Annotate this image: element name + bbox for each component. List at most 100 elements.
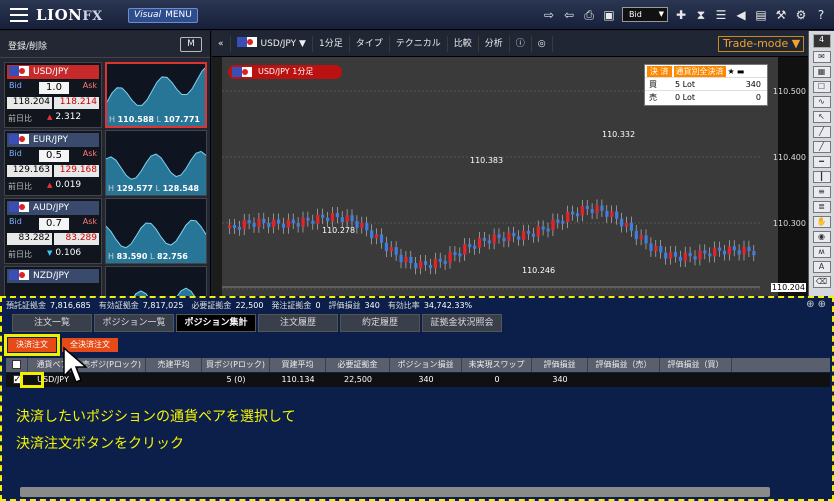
tab-5[interactable]: 証拠金状況照会 — [422, 314, 502, 332]
zigzag-icon[interactable]: ʍ — [812, 246, 831, 258]
register-delete-link[interactable]: 登録/削除 — [8, 39, 47, 52]
pair-select[interactable]: USD/JPY ▼ — [231, 35, 313, 52]
gear-icon[interactable]: ⚙ — [794, 8, 808, 22]
import-icon[interactable]: ⇦ — [562, 8, 576, 22]
m-button[interactable]: M — [180, 37, 202, 52]
summary-label: 評価損益 — [328, 301, 361, 310]
rate-pair-0[interactable]: USD/JPY Bid Ask 1.0 118.204 118.214 前日比 … — [4, 62, 207, 128]
minimize-icon[interactable]: ▬ — [737, 67, 745, 76]
vline-icon[interactable]: ┃ — [812, 171, 831, 183]
star-icon[interactable]: ★ — [728, 67, 735, 76]
sparkline[interactable]: H 110.588 L 107.771 — [105, 62, 207, 128]
column-header[interactable]: 必要証拠金 — [326, 358, 390, 372]
bid-price[interactable]: 118.204 — [7, 97, 52, 109]
trendline-icon[interactable]: ╱ — [812, 126, 831, 138]
print-icon[interactable]: ⎙ — [582, 8, 596, 22]
cycle-icon[interactable]: ◉ — [812, 231, 831, 243]
candle — [262, 218, 266, 223]
panel-arrows-icon[interactable]: ⊕ ⊕ — [806, 299, 826, 310]
top-toolbar: ⇨ ⇦ ⎙ ▣ Bid ✚ ⧗ ☰ ◀ ▤ ⚒ ⚙ ? — [542, 7, 828, 22]
checkbox[interactable] — [12, 360, 21, 369]
pointer-icon[interactable]: ↖ — [812, 111, 831, 123]
rate-pair-1[interactable]: EUR/JPY Bid Ask 0.5 129.163 129.168 前日比 … — [4, 130, 207, 196]
speaker-icon[interactable]: ◀ — [734, 8, 748, 22]
text-icon[interactable]: A — [812, 261, 831, 273]
tab-0[interactable]: 注文一覧 — [12, 314, 92, 332]
logo-fx: FX — [82, 9, 103, 24]
table-row[interactable]: USD/JPY5 (0)110.13422,5003400340 — [6, 373, 830, 387]
news-icon[interactable]: ▤ — [754, 8, 768, 22]
target-icon[interactable]: ◎ — [532, 35, 553, 52]
rate-card[interactable]: USD/JPY Bid Ask 1.0 118.204 118.214 前日比 … — [4, 62, 102, 128]
settle-panel-button[interactable]: 決 済 — [647, 65, 672, 77]
collapse-icon[interactable]: « — [212, 35, 231, 52]
column-header[interactable]: 未実現スワップ — [462, 358, 532, 372]
tab-4[interactable]: 約定履歴 — [340, 314, 420, 332]
ask-price[interactable]: 129.168 — [54, 165, 99, 177]
save-icon[interactable]: ▣ — [602, 8, 616, 22]
ray-icon[interactable]: ╱ — [812, 141, 831, 153]
settle-order-button[interactable]: 決済注文 — [4, 334, 60, 356]
candle — [708, 253, 712, 257]
ask-price[interactable]: 118.214 — [54, 97, 99, 109]
flag-icon — [9, 270, 29, 280]
high-label: H — [109, 115, 116, 124]
candle — [326, 217, 330, 222]
mail-icon[interactable]: ✉ — [812, 51, 831, 63]
tab-3[interactable]: 注文履歴 — [258, 314, 338, 332]
hand-icon[interactable]: ✋ — [812, 216, 831, 228]
rate-card[interactable]: EUR/JPY Bid Ask 0.5 129.163 129.168 前日比 … — [4, 130, 102, 196]
type-menu[interactable]: タイプ — [350, 35, 390, 52]
candle — [644, 235, 648, 244]
list-icon[interactable]: ☰ — [714, 8, 728, 22]
chat-icon[interactable]: ☐ — [812, 81, 831, 93]
instruction-line-1: 決済したいポジションの通貨ペアを選択して — [16, 409, 296, 425]
rate-pair-2[interactable]: AUD/JPY Bid Ask 0.7 83.282 83.289 前日比 0.… — [4, 198, 207, 264]
info-icon[interactable]: ⓘ — [510, 35, 532, 52]
ask-price[interactable]: 83.289 — [54, 233, 99, 245]
eraser-icon[interactable]: ⌫ — [812, 276, 831, 288]
timeframe-select[interactable]: 1分足 — [313, 35, 350, 52]
column-header[interactable]: 売ポジ(Pロック) — [78, 358, 146, 372]
hline-icon[interactable]: ━ — [812, 156, 831, 168]
menu-icon[interactable] — [10, 8, 28, 22]
visual-menu-button[interactable]: Visual MENU — [128, 8, 198, 23]
all-settle-panel-button[interactable]: 通貨別全決済 — [673, 65, 726, 77]
rate-card[interactable]: AUD/JPY Bid Ask 0.7 83.282 83.289 前日比 0.… — [4, 198, 102, 264]
summary-label: 必要証拠金 — [191, 301, 232, 310]
wave-icon[interactable]: ∿ — [812, 96, 831, 108]
column-header[interactable]: 買ポジ(Pロック) — [202, 358, 270, 372]
hammer-icon[interactable]: ⚒ — [774, 8, 788, 22]
ask-label: Ask — [82, 217, 97, 226]
export-icon[interactable]: ⇨ — [542, 8, 556, 22]
channel-icon[interactable]: ≡ — [812, 186, 831, 198]
calendar-icon[interactable]: ▦ — [812, 66, 831, 78]
sparkline[interactable]: H 83.590 L 82.756 — [105, 198, 207, 264]
cross-icon[interactable]: ✚ — [674, 8, 688, 22]
candle — [232, 225, 237, 228]
column-header[interactable]: 評価損益 — [532, 358, 588, 372]
fib-icon[interactable]: ≣ — [812, 201, 831, 213]
column-header[interactable]: ポジション損益 — [390, 358, 462, 372]
horizontal-scrollbar[interactable] — [20, 487, 770, 497]
tab-1[interactable]: ポジション一覧 — [94, 314, 174, 332]
layout-number[interactable]: 4 — [812, 34, 831, 48]
candle — [688, 252, 692, 257]
header-checkbox[interactable] — [6, 358, 28, 372]
bid-price[interactable]: 129.163 — [7, 165, 52, 177]
sparkline[interactable]: H 129.577 L 128.548 — [105, 130, 207, 196]
bid-price[interactable]: 83.282 — [7, 233, 52, 245]
compare-menu[interactable]: 比較 — [448, 35, 479, 52]
tab-2[interactable]: ポジション集計 — [176, 314, 256, 332]
column-header[interactable]: 売建平均 — [146, 358, 202, 372]
help-icon[interactable]: ? — [814, 8, 828, 22]
technical-menu[interactable]: テクニカル — [390, 35, 448, 52]
analysis-menu[interactable]: 分析 — [479, 35, 510, 52]
column-header[interactable]: 買建平均 — [270, 358, 326, 372]
column-header[interactable]: 評価損益（買） — [660, 358, 732, 372]
bid-select[interactable]: Bid — [622, 7, 668, 22]
price-annotation: 110.332 — [602, 130, 635, 139]
hourglass-icon[interactable]: ⧗ — [694, 8, 708, 22]
trade-mode-select[interactable]: Trade-mode ▼ — [718, 36, 804, 52]
column-header[interactable]: 評価損益（売） — [588, 358, 660, 372]
